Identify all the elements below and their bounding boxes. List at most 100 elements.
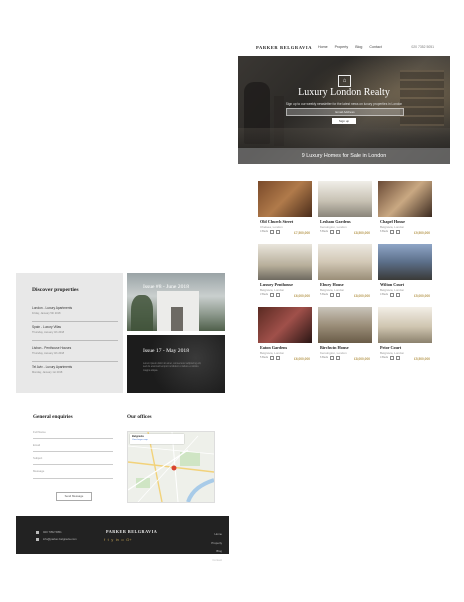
phone-icon bbox=[36, 530, 39, 534]
listing-beds: 4 Beds bbox=[260, 230, 269, 233]
field-placeholder: Full Name bbox=[33, 430, 46, 434]
bath-icon bbox=[336, 292, 340, 297]
listing-beds: 6 Beds bbox=[380, 230, 389, 233]
listing-beds: 5 Beds bbox=[260, 356, 269, 359]
nav-property[interactable]: Property bbox=[335, 45, 349, 49]
listing-location: Kensington, London bbox=[320, 350, 347, 355]
bed-icon bbox=[330, 229, 334, 234]
bed-icon bbox=[390, 292, 394, 297]
hero-bookshelf bbox=[400, 70, 444, 126]
listing-beds: 3 Beds bbox=[260, 293, 269, 296]
bath-icon bbox=[396, 292, 400, 297]
facebook-icon[interactable]: f bbox=[104, 537, 105, 542]
nav-blog[interactable]: Blog bbox=[355, 45, 362, 49]
listing-photo[interactable] bbox=[378, 181, 432, 217]
newsletter-signup-button[interactable]: Sign up bbox=[332, 118, 356, 124]
nav-contact[interactable]: Contact bbox=[369, 45, 381, 49]
listing-card[interactable]: Chapel House Belgravia, London 6 Beds £9,50… bbox=[378, 181, 432, 239]
send-message-button[interactable]: Send Message bbox=[56, 492, 92, 501]
listing-photo[interactable] bbox=[378, 307, 432, 343]
listing-name[interactable]: Eaton Gardens bbox=[260, 345, 287, 350]
footer-email[interactable]: info@parker-belgravia.com bbox=[36, 537, 77, 541]
listing-photo[interactable] bbox=[378, 244, 432, 280]
listing-card[interactable]: Eaton Gardens Belgravia, London 5 Beds £6,0… bbox=[258, 307, 312, 365]
listing-photo[interactable] bbox=[258, 181, 312, 217]
listing-card[interactable]: Wilton Court Belgravia, London 4 Beds £5,00… bbox=[378, 244, 432, 302]
bath-icon bbox=[336, 355, 340, 360]
hero-title: Luxury London Realty bbox=[298, 87, 390, 98]
footer-link-property[interactable]: Property bbox=[204, 539, 222, 548]
footer-link-home[interactable]: Home bbox=[204, 530, 222, 539]
issue-card[interactable]: Issue #8 - June 2018 bbox=[127, 273, 225, 331]
listing-photo[interactable] bbox=[318, 307, 372, 343]
issue-card[interactable]: Issue 17 - May 2018 Lorem ipsum dolor si… bbox=[127, 335, 225, 393]
footer-phone[interactable]: 020 7352 5051 bbox=[36, 530, 62, 534]
listing-photo[interactable] bbox=[258, 244, 312, 280]
listing-location: Belgravia, London bbox=[260, 287, 285, 292]
map-larger-link[interactable]: View larger map bbox=[132, 439, 148, 441]
site-logo[interactable]: PARKER BELGRAVIA bbox=[256, 45, 312, 50]
listing-photo[interactable] bbox=[258, 307, 312, 343]
site-footer: 020 7352 5051 info@parker-belgravia.com … bbox=[16, 516, 229, 562]
discover-item[interactable]: Tel Aviv - Luxury Apartments Monday, Jan… bbox=[32, 364, 118, 380]
message-field[interactable]: Message bbox=[33, 468, 113, 479]
discover-item[interactable]: Lisbon - Penthouse Houses Thursday, Janu… bbox=[32, 345, 118, 362]
listings-count-banner: 9 Luxury Homes for Sale in London bbox=[238, 148, 450, 164]
linkedin-icon[interactable]: in bbox=[116, 537, 119, 542]
footer-logo[interactable]: PARKER BELGRAVIA bbox=[106, 529, 157, 534]
listing-beds: 5 Beds bbox=[320, 293, 329, 296]
listing-name[interactable]: Birchwin House bbox=[320, 345, 349, 350]
listing-card[interactable]: Lesham Gardens Kensington, London 5 Beds £8… bbox=[318, 181, 372, 239]
hero-subtitle: Sign up to our weekly newsletter for the… bbox=[285, 102, 403, 106]
top-navigation: PARKER BELGRAVIA Home Property Blog Cont… bbox=[238, 40, 450, 56]
listing-photo[interactable] bbox=[318, 181, 372, 217]
field-placeholder: Subject bbox=[33, 456, 43, 460]
bath-icon bbox=[276, 292, 280, 297]
discover-item[interactable]: Spain - Luxury Villas Thursday, January … bbox=[32, 324, 118, 341]
building-icon: ⌂ bbox=[338, 75, 351, 87]
listing-name[interactable]: Luxury Penthouse bbox=[260, 282, 293, 287]
mail-icon bbox=[36, 537, 39, 541]
listing-name[interactable]: Old Church Street bbox=[260, 219, 293, 224]
listing-card[interactable]: Birchwin House Kensington, London 6 Beds £8… bbox=[318, 307, 372, 365]
listing-name[interactable]: Lesham Gardens bbox=[320, 219, 351, 224]
enquiry-form: General enquiries Full Name Email Subjec… bbox=[33, 414, 113, 504]
listing-location: Belgravia, London bbox=[380, 224, 405, 229]
listing-name[interactable]: Ebury House bbox=[320, 282, 344, 287]
bath-icon bbox=[396, 355, 400, 360]
map-place-title: Belgravia bbox=[132, 435, 144, 438]
footer-link-blog[interactable]: Blog bbox=[204, 547, 222, 556]
discover-item[interactable]: London - Luxury Apartments Friday, Janua… bbox=[32, 305, 118, 322]
offices-section: Our offices Belgravia View larger map bbox=[127, 414, 217, 504]
nav-links: Home Property Blog Contact bbox=[318, 45, 382, 49]
footer-email-text: info@parker-belgravia.com bbox=[43, 537, 77, 541]
listing-card[interactable]: Old Church Street Chelsea, London 4 Beds £7… bbox=[258, 181, 312, 239]
email-field[interactable]: Email bbox=[33, 442, 113, 452]
newsletter-email-input[interactable]: Email Address bbox=[286, 108, 404, 116]
listing-card[interactable]: Ebury House Belgravia, London 5 Beds £8,000… bbox=[318, 244, 372, 302]
listing-name[interactable]: Prior Court bbox=[380, 345, 401, 350]
full-name-field[interactable]: Full Name bbox=[33, 429, 113, 439]
bed-icon bbox=[270, 229, 274, 234]
instagram-icon[interactable]: o bbox=[121, 537, 123, 542]
subject-field[interactable]: Subject bbox=[33, 455, 113, 465]
twitter-icon[interactable]: t bbox=[108, 537, 109, 542]
header-phone[interactable]: 020 7352 5051 bbox=[411, 45, 434, 49]
bed-icon bbox=[270, 292, 274, 297]
discover-item-title: London - Luxury Apartments bbox=[32, 306, 73, 310]
footer-link-contact[interactable]: Contact bbox=[204, 556, 222, 565]
listing-photo[interactable] bbox=[318, 244, 372, 280]
youtube-icon[interactable]: y bbox=[111, 537, 113, 542]
listing-card[interactable]: Prior Court Belgravia, London 4 Beds £5,500… bbox=[378, 307, 432, 365]
discover-item-title: Spain - Luxury Villas bbox=[32, 325, 61, 329]
listing-card[interactable]: Luxury Penthouse Belgravia, London 3 Beds £… bbox=[258, 244, 312, 302]
listing-name[interactable]: Wilton Court bbox=[380, 282, 404, 287]
google-plus-icon[interactable]: G+ bbox=[126, 537, 131, 542]
listing-beds: 6 Beds bbox=[320, 356, 329, 359]
office-map[interactable]: Belgravia View larger map bbox=[127, 431, 215, 503]
listing-location: Belgravia, London bbox=[260, 350, 285, 355]
nav-home[interactable]: Home bbox=[318, 45, 328, 49]
bed-icon bbox=[390, 229, 394, 234]
listing-name[interactable]: Chapel House bbox=[380, 219, 405, 224]
issue-excerpt: Lorem ipsum dolor sit amet, consectetur … bbox=[143, 362, 202, 372]
